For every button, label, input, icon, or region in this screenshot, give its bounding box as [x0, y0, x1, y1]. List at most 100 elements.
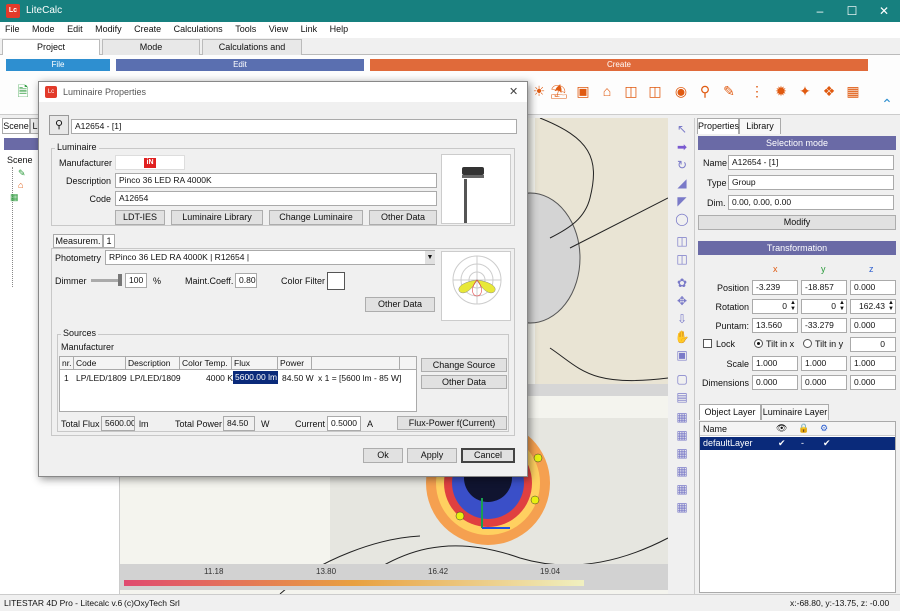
current-field[interactable]: 0.5000: [327, 416, 361, 431]
menu-modify[interactable]: Modify: [90, 22, 127, 36]
view-icon-4[interactable]: ▦: [673, 426, 691, 444]
dots-grid-icon[interactable]: ⋮: [748, 82, 766, 100]
menu-help[interactable]: Help: [325, 22, 354, 36]
create-icon-3[interactable]: ▣: [574, 82, 592, 100]
view-icon-1[interactable]: ◫: [673, 232, 691, 250]
down-arrow-icon[interactable]: ⇩: [673, 310, 691, 328]
name-field[interactable]: A12654 - [1]: [728, 155, 894, 170]
rotation-y-spinner-icon[interactable]: ▲ ▼: [839, 300, 845, 312]
tree-group-icon[interactable]: ▦: [10, 192, 19, 203]
change-luminaire-button[interactable]: Change Luminaire: [269, 210, 363, 225]
create-icon-6[interactable]: ◫: [646, 82, 664, 100]
dimensions-x-field[interactable]: 0.000: [752, 375, 798, 390]
dimensions-z-field[interactable]: 0.000: [850, 375, 896, 390]
color-filter-swatch[interactable]: [327, 272, 345, 290]
chevron-down-icon[interactable]: ▼: [425, 251, 435, 264]
menu-edit[interactable]: Edit: [62, 22, 88, 36]
close-icon[interactable]: ✕: [868, 0, 900, 22]
scale-icon[interactable]: ◢: [673, 174, 691, 192]
view-icon-8[interactable]: ▦: [673, 498, 691, 516]
mirror-icon[interactable]: ◤: [673, 192, 691, 210]
luminaire-picker-icon[interactable]: ⚲: [49, 115, 69, 135]
tilt-field[interactable]: 0: [850, 337, 896, 352]
view-icon-3[interactable]: ▦: [673, 408, 691, 426]
puntam-x-field[interactable]: 13.560: [752, 318, 798, 333]
move-right-icon[interactable]: ➡: [673, 138, 691, 156]
menu-mode[interactable]: Mode: [27, 22, 60, 36]
minimize-icon[interactable]: –: [804, 0, 836, 22]
scale-z-field[interactable]: 1.000: [850, 356, 896, 371]
maint-coeff-field[interactable]: 0.80: [235, 273, 257, 288]
maximize-icon[interactable]: ☐: [836, 0, 868, 22]
tab-project[interactable]: Project: [2, 39, 100, 55]
create-icon-2[interactable]: ⛱: [550, 82, 568, 100]
ok-button[interactable]: Ok: [363, 448, 403, 463]
lock-checkbox[interactable]: [703, 339, 712, 348]
create-icon-1[interactable]: ☀: [530, 82, 548, 100]
flux-power-button[interactable]: Flux-Power f(Current): [397, 416, 507, 430]
view-icon-2[interactable]: ◫: [673, 250, 691, 268]
pan-icon[interactable]: ✥: [673, 292, 691, 310]
tree-house-icon[interactable]: ⌂: [18, 180, 23, 190]
zoom-extent-icon[interactable]: ▣: [673, 346, 691, 364]
apply-button[interactable]: Apply: [407, 448, 457, 463]
new-file-icon[interactable]: 🗎: [14, 82, 32, 100]
menu-create[interactable]: Create: [129, 22, 166, 36]
layer-row-active[interactable]: ✔: [823, 438, 831, 449]
menu-tools[interactable]: Tools: [230, 22, 261, 36]
tab-properties[interactable]: Properties: [697, 118, 739, 134]
select-arrow-icon[interactable]: ↖: [673, 120, 691, 138]
dialog-close-icon[interactable]: ✕: [509, 85, 518, 98]
create-icon-9[interactable]: ✎: [720, 82, 738, 100]
cancel-button[interactable]: Cancel: [461, 448, 515, 463]
dots-circle-icon[interactable]: ✹: [772, 82, 790, 100]
other-data-button-3[interactable]: Other Data: [421, 375, 507, 389]
lamp-icon[interactable]: ⚲: [696, 82, 714, 100]
rotation-x-spinner-icon[interactable]: ▲ ▼: [790, 300, 796, 312]
tab-library[interactable]: Library: [739, 118, 781, 134]
view-icon-7[interactable]: ▦: [673, 480, 691, 498]
scale-y-field[interactable]: 1.000: [801, 356, 847, 371]
scale-x-field[interactable]: 1.000: [752, 356, 798, 371]
layer-row-locked[interactable]: -: [801, 438, 804, 448]
position-z-field[interactable]: 0.000: [850, 280, 896, 295]
code-field[interactable]: A12654: [115, 191, 437, 206]
tab-scene[interactable]: Scene: [2, 118, 30, 134]
dots-icon[interactable]: ✦: [796, 82, 814, 100]
modify-button[interactable]: Modify: [698, 215, 896, 230]
position-y-field[interactable]: -18.857: [801, 280, 847, 295]
tree-root[interactable]: Scene: [7, 155, 33, 165]
tab-measurement-1[interactable]: 1: [103, 234, 115, 248]
rotation-z-spinner-icon[interactable]: ▲ ▼: [888, 300, 894, 312]
menu-file[interactable]: File: [0, 22, 25, 36]
tree-node-icon[interactable]: ✎: [18, 168, 26, 179]
orbit-icon[interactable]: ✿: [673, 274, 691, 292]
tilt-y-radio[interactable]: [803, 339, 812, 348]
collapse-ribbon-icon[interactable]: ⌃: [878, 95, 896, 113]
frame-icon[interactable]: ▢: [673, 370, 691, 388]
description-field[interactable]: Pinco 36 LED RA 4000K: [115, 173, 437, 188]
tab-calculations-results[interactable]: Calculations and Results: [202, 39, 302, 66]
ldt-ies-button[interactable]: LDT-IES: [115, 210, 165, 225]
tab-measurem[interactable]: Measurem.: [53, 234, 103, 248]
photometry-select[interactable]: RPinco 36 LED RA 4000K | R12654 |: [105, 250, 435, 265]
tab-luminaire-layer[interactable]: Luminaire Layer: [761, 404, 829, 420]
header-field[interactable]: A12654 - [1]: [71, 119, 517, 134]
grid-icon[interactable]: ▦: [844, 82, 862, 100]
puntam-y-field[interactable]: -33.279: [801, 318, 847, 333]
view-icon-5[interactable]: ▦: [673, 444, 691, 462]
dots-pattern-icon[interactable]: ❖: [820, 82, 838, 100]
menu-calculations[interactable]: Calculations: [169, 22, 228, 36]
hide-icon[interactable]: ◯: [673, 210, 691, 228]
change-source-button[interactable]: Change Source: [421, 358, 507, 372]
dimmer-slider-handle[interactable]: [118, 274, 122, 286]
dimmer-slider[interactable]: [91, 279, 121, 282]
camera-icon[interactable]: ◉: [672, 82, 690, 100]
layer-row-visible[interactable]: ✔: [778, 438, 786, 449]
puntam-z-field[interactable]: 0.000: [850, 318, 896, 333]
dimmer-field[interactable]: 100: [125, 273, 147, 288]
dim-field[interactable]: 0.00, 0.00, 0.00: [728, 195, 894, 210]
tab-object-layer[interactable]: Object Layer: [699, 404, 761, 420]
other-data-button-1[interactable]: Other Data: [369, 210, 437, 225]
menu-link[interactable]: Link: [296, 22, 323, 36]
